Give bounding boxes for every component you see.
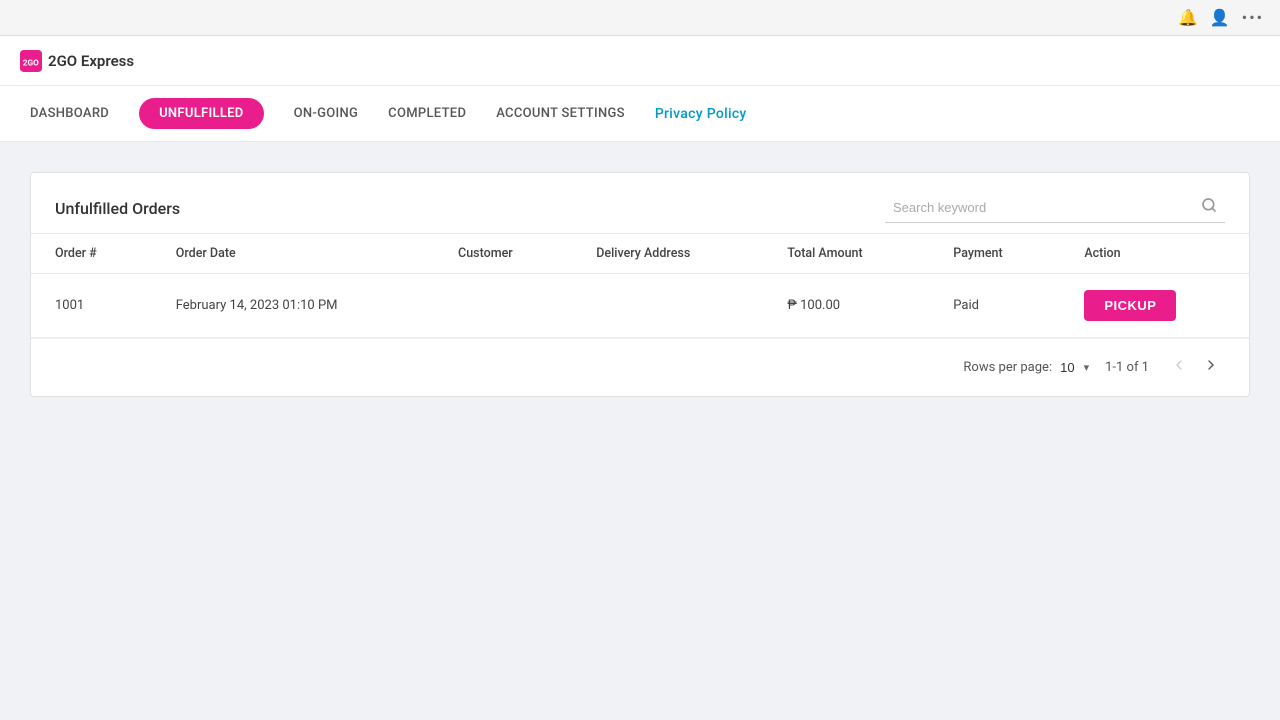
app-title: 2GO Express bbox=[48, 52, 134, 70]
rows-per-page: Rows per page: 10 25 50 bbox=[963, 360, 1089, 375]
logo-area: 2GO 2GO Express bbox=[20, 50, 134, 72]
bell-icon[interactable]: 🔔 bbox=[1178, 8, 1198, 27]
nav-item-privacy-policy[interactable]: Privacy Policy bbox=[655, 100, 747, 128]
search-area bbox=[885, 193, 1225, 223]
nav-item-account-settings[interactable]: ACCOUNT SETTINGS bbox=[496, 100, 625, 127]
rows-per-page-select[interactable]: 10 25 50 bbox=[1060, 360, 1089, 375]
search-icon bbox=[1201, 197, 1217, 213]
pickup-button[interactable]: PICKUP bbox=[1084, 290, 1176, 321]
orders-card: Unfulfilled Orders Order # bbox=[30, 172, 1250, 397]
main-content: Unfulfilled Orders Order # bbox=[0, 142, 1280, 427]
svg-text:2GO: 2GO bbox=[23, 58, 39, 68]
nav-item-ongoing[interactable]: ON-GOING bbox=[294, 100, 359, 127]
next-page-button[interactable] bbox=[1197, 353, 1225, 382]
prev-page-button[interactable] bbox=[1165, 353, 1193, 382]
logo-icon: 2GO bbox=[20, 50, 42, 72]
app-header: 2GO 2GO Express bbox=[0, 36, 1280, 86]
rows-select-wrapper: 10 25 50 bbox=[1060, 360, 1089, 375]
orders-table: Order # Order Date Customer Delivery Add… bbox=[31, 233, 1249, 338]
nav-bar: DASHBOARD UNFULFILLED ON-GOING COMPLETED… bbox=[0, 86, 1280, 142]
nav-item-unfulfilled[interactable]: UNFULFILLED bbox=[139, 98, 264, 129]
cell-total-amount: ₱ 100.00 bbox=[763, 274, 929, 338]
app-wrapper: 2GO 2GO Express DASHBOARD UNFULFILLED ON… bbox=[0, 36, 1280, 720]
card-header: Unfulfilled Orders bbox=[31, 173, 1249, 233]
pagination-info: 1-1 of 1 bbox=[1105, 360, 1149, 375]
cell-order-date: February 14, 2023 01:10 PM bbox=[152, 274, 434, 338]
search-input[interactable] bbox=[893, 200, 1201, 215]
account-icon[interactable]: 👤 bbox=[1210, 8, 1230, 27]
cell-action: PICKUP bbox=[1060, 274, 1249, 338]
cell-customer bbox=[434, 274, 572, 338]
cell-payment: Paid bbox=[929, 274, 1060, 338]
col-action: Action bbox=[1060, 234, 1249, 274]
table-header-row: Order # Order Date Customer Delivery Add… bbox=[31, 234, 1249, 274]
search-button[interactable] bbox=[1201, 197, 1217, 218]
browser-bar: 🔔 👤 ••• bbox=[0, 0, 1280, 36]
browser-icons: 🔔 👤 ••• bbox=[1178, 8, 1264, 27]
menu-icon[interactable]: ••• bbox=[1242, 8, 1264, 27]
pagination-bar: Rows per page: 10 25 50 1-1 of 1 bbox=[31, 338, 1249, 396]
col-customer: Customer bbox=[434, 234, 572, 274]
col-total-amount: Total Amount bbox=[763, 234, 929, 274]
table-body: 1001 February 14, 2023 01:10 PM ₱ 100.00… bbox=[31, 274, 1249, 338]
nav-item-completed[interactable]: COMPLETED bbox=[388, 100, 466, 127]
col-order-num: Order # bbox=[31, 234, 152, 274]
cell-delivery-address bbox=[572, 274, 763, 338]
cell-order-num: 1001 bbox=[31, 274, 152, 338]
rows-per-page-label: Rows per page: bbox=[963, 360, 1052, 375]
pagination-nav bbox=[1165, 353, 1225, 382]
card-title: Unfulfilled Orders bbox=[55, 199, 180, 218]
col-payment: Payment bbox=[929, 234, 1060, 274]
chevron-left-icon bbox=[1171, 357, 1187, 373]
nav-item-dashboard[interactable]: DASHBOARD bbox=[30, 100, 109, 127]
col-delivery-address: Delivery Address bbox=[572, 234, 763, 274]
table-row: 1001 February 14, 2023 01:10 PM ₱ 100.00… bbox=[31, 274, 1249, 338]
col-order-date: Order Date bbox=[152, 234, 434, 274]
table-header: Order # Order Date Customer Delivery Add… bbox=[31, 234, 1249, 274]
chevron-right-icon bbox=[1203, 357, 1219, 373]
